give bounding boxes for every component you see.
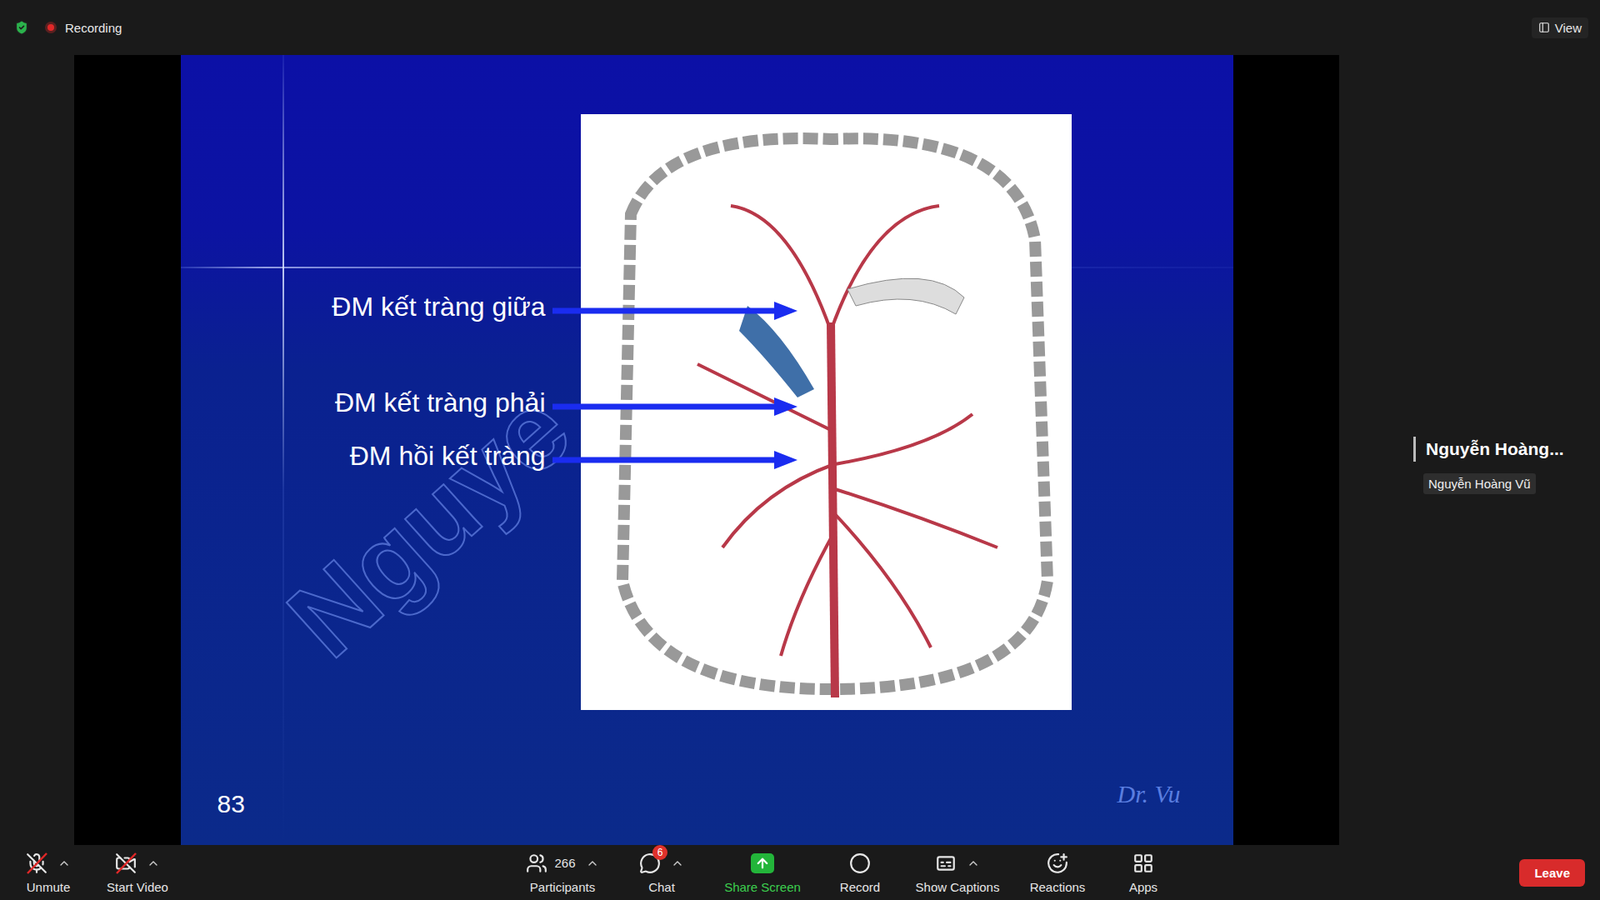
zoom-window: RecordingViewNguyeĐM kết tràng giữaĐM kế… bbox=[0, 0, 1600, 900]
tool-label: Chat bbox=[648, 880, 675, 895]
leave-button[interactable]: Leave bbox=[1519, 859, 1585, 887]
reactions-icon bbox=[1046, 852, 1069, 875]
tool-icon-row bbox=[115, 851, 160, 875]
participant-name-row[interactable]: Nguyễn Hoàng... bbox=[1413, 436, 1600, 462]
tool-label: Reactions bbox=[1030, 880, 1086, 895]
slide-label: ĐM kết tràng giữa bbox=[331, 290, 545, 325]
top-bar: Recording View bbox=[0, 0, 1600, 55]
tool-label: Record bbox=[840, 880, 880, 895]
tool-icon-row bbox=[1046, 851, 1069, 875]
left-tools: Unmute Start Video bbox=[11, 848, 187, 898]
top-left: Recording bbox=[13, 19, 122, 36]
slide: NguyeĐM kết tràng giữaĐM kết tràng phảiĐ… bbox=[180, 55, 1234, 845]
toolbar: Unmute Start Video 266 Participants 6 Chat Sha… bbox=[0, 845, 1600, 900]
caret-icon[interactable] bbox=[57, 856, 71, 870]
caret-icon[interactable] bbox=[670, 856, 685, 870]
red-slash-icon bbox=[113, 850, 139, 876]
apps-icon bbox=[1132, 852, 1155, 875]
tool-label: Participants bbox=[530, 880, 595, 895]
name-bar bbox=[1413, 436, 1416, 462]
tool-icon-row bbox=[1132, 851, 1155, 875]
record-icon bbox=[849, 852, 871, 875]
anatomy-illustration bbox=[580, 114, 1072, 710]
slide-label: ĐM hồi kết tràng bbox=[350, 439, 546, 474]
share-button[interactable]: Share Screen bbox=[710, 848, 815, 898]
signature: Dr. Vu bbox=[1117, 780, 1181, 809]
caret-icon[interactable] bbox=[966, 856, 980, 870]
participants-icon bbox=[525, 852, 548, 875]
tool-icon-row bbox=[935, 851, 980, 875]
reactions-button[interactable]: Reactions bbox=[1013, 848, 1102, 898]
participant-name: Nguyễn Hoàng... bbox=[1425, 439, 1565, 460]
mic-button[interactable]: Unmute bbox=[11, 848, 85, 898]
caret-icon[interactable] bbox=[585, 856, 600, 870]
participants-button[interactable]: 266 Participants bbox=[511, 848, 614, 898]
recording-indicator[interactable]: Recording bbox=[45, 20, 122, 35]
view-label: View bbox=[1555, 20, 1582, 35]
participant-count: 266 bbox=[554, 855, 575, 870]
tool-label: Unmute bbox=[26, 880, 71, 895]
captions-button[interactable]: Show Captions bbox=[905, 848, 1010, 898]
view-icon bbox=[1538, 21, 1550, 34]
tool-icon-row bbox=[849, 851, 871, 875]
tool-label: Start Video bbox=[106, 880, 169, 895]
slide-label: ĐM kết tràng phải bbox=[335, 385, 546, 420]
share-screen-icon bbox=[750, 853, 775, 874]
red-slash-icon bbox=[24, 850, 50, 876]
captions-icon bbox=[935, 852, 957, 875]
main-area: NguyeĐM kết tràng giữaĐM kết tràng phảiĐ… bbox=[0, 55, 1600, 845]
recording-label: Recording bbox=[65, 20, 122, 35]
center-tools: 266 Participants 6 Chat Share Screen Record Sh… bbox=[511, 848, 1182, 898]
slide-number: 83 bbox=[217, 790, 245, 819]
record-button[interactable]: Record bbox=[818, 848, 902, 898]
caret-icon[interactable] bbox=[146, 856, 160, 870]
tool-label: Apps bbox=[1129, 880, 1158, 895]
image-box bbox=[580, 114, 1072, 710]
arrows-icon bbox=[180, 55, 1234, 845]
video-button[interactable]: Start Video bbox=[88, 848, 187, 898]
tool-icon-row bbox=[750, 851, 775, 875]
participant-panel: Nguyễn Hoàng... Nguyễn Hoàng Vũ bbox=[1339, 55, 1600, 845]
tool-icon-row: 266 bbox=[525, 851, 599, 875]
tool-icon-row bbox=[25, 851, 71, 875]
chat-badge: 6 bbox=[652, 845, 668, 860]
tool-label: Show Captions bbox=[915, 880, 1000, 895]
sparkle-line bbox=[282, 55, 285, 845]
chat-button[interactable]: 6 Chat bbox=[616, 848, 707, 898]
view-button[interactable]: View bbox=[1531, 17, 1589, 39]
shared-screen: NguyeĐM kết tràng giữaĐM kết tràng phảiĐ… bbox=[74, 55, 1340, 845]
name-tooltip: Nguyễn Hoàng Vũ bbox=[1423, 473, 1536, 495]
tool-icon-row: 6 bbox=[639, 851, 685, 875]
recording-dot-icon bbox=[45, 21, 57, 34]
shield-icon[interactable] bbox=[13, 19, 30, 36]
tool-label: Share Screen bbox=[724, 880, 801, 895]
apps-button[interactable]: Apps bbox=[1105, 848, 1182, 898]
